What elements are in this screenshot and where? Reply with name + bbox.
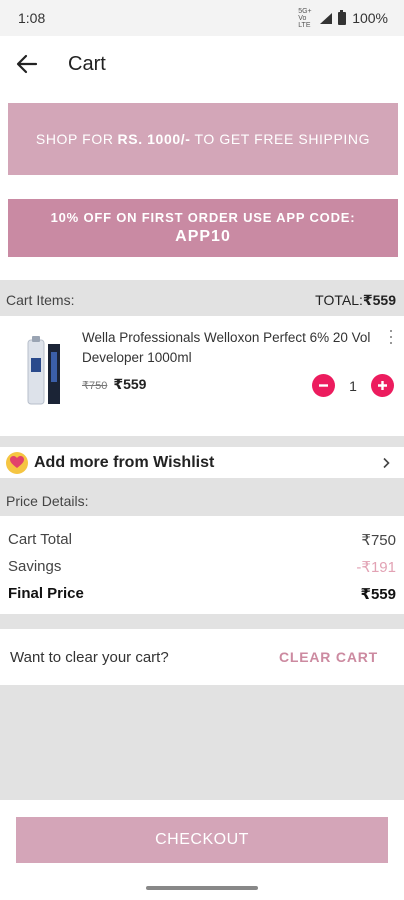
shipping-pre-text: SHOP FOR [35, 131, 114, 147]
clear-cart-button[interactable]: CLEAR CART [279, 649, 378, 665]
final-price-value: ₹559 [360, 585, 396, 603]
promo-code: APP10 [175, 228, 231, 245]
savings-label: Savings [8, 558, 62, 575]
promo-area: SHOP FOR RS. 1000/- TO GET FREE SHIPPING… [0, 92, 404, 280]
cart-total-label: TOTAL: [315, 291, 363, 308]
more-options-icon[interactable] [386, 328, 396, 346]
product-name[interactable]: Wella Professionals Welloxon Perfect 6% … [82, 328, 378, 368]
price-details-header: Price Details: [6, 493, 89, 509]
cart-total-row-value: ₹750 [361, 531, 396, 549]
final-price-label: Final Price [8, 585, 84, 602]
original-price: ₹750 [82, 380, 108, 392]
battery-level: 100% [352, 10, 388, 26]
savings-row: Savings -₹191 [8, 553, 396, 580]
status-time: 1:08 [18, 10, 46, 26]
minus-icon [319, 384, 328, 387]
clear-cart-section: Want to clear your cart? CLEAR CART [0, 629, 404, 685]
increase-quantity-button[interactable] [371, 374, 394, 397]
cart-total-row: Cart Total ₹750 [8, 526, 396, 553]
battery-icon [338, 9, 347, 25]
sale-price: ₹559 [113, 376, 147, 392]
final-price-row: Final Price ₹559 [8, 580, 396, 607]
cart-items-header: Cart Items: TOTAL:₹559 [0, 286, 404, 314]
back-button[interactable] [2, 36, 52, 92]
quantity-stepper: 1 [312, 374, 394, 397]
add-from-wishlist-button[interactable]: Add more from Wishlist [0, 447, 404, 478]
first-order-banner[interactable]: 10% OFF ON FIRST ORDER USE APP CODE: APP… [8, 199, 398, 257]
signal-icon [320, 12, 333, 24]
plus-icon [378, 381, 387, 390]
cart-items-label: Cart Items: [6, 292, 75, 308]
app-bar: Cart [0, 36, 404, 92]
network-type-label: 5G+ Vo LTE [298, 7, 312, 29]
page-title: Cart [68, 52, 106, 75]
shipping-amount: RS. 1000/- [117, 131, 191, 147]
status-icons: 5G+ Vo LTE 100% [298, 8, 388, 29]
home-indicator[interactable] [146, 886, 258, 890]
price-details: Cart Total ₹750 Savings -₹191 Final Pric… [0, 516, 404, 614]
decrease-quantity-button[interactable] [312, 374, 335, 397]
chevron-right-icon [383, 457, 390, 468]
checkout-button[interactable]: CHECKOUT [16, 817, 388, 863]
free-shipping-banner[interactable]: SHOP FOR RS. 1000/- TO GET FREE SHIPPING [8, 103, 398, 175]
bottom-bar: CHECKOUT [0, 800, 404, 900]
wishlist-label: Add more from Wishlist [34, 453, 215, 471]
product-image [27, 336, 60, 405]
clear-cart-question: Want to clear your cart? [10, 648, 169, 666]
arrow-left-icon [16, 54, 38, 74]
quantity-value: 1 [349, 377, 357, 394]
cart-total: TOTAL:₹559 [315, 292, 396, 309]
cart-total-value: ₹559 [362, 291, 396, 308]
first-order-text: 10% OFF ON FIRST ORDER USE APP CODE: [50, 210, 356, 225]
cart-item[interactable]: Wella Professionals Welloxon Perfect 6% … [0, 316, 404, 436]
status-bar: 1:08 5G+ Vo LTE 100% [0, 0, 404, 36]
savings-value: -₹191 [356, 558, 396, 576]
heart-icon [6, 451, 28, 474]
cart-total-row-label: Cart Total [8, 531, 72, 548]
shipping-post-text: TO GET FREE SHIPPING [194, 131, 371, 147]
product-prices: ₹750 ₹559 [82, 376, 146, 393]
